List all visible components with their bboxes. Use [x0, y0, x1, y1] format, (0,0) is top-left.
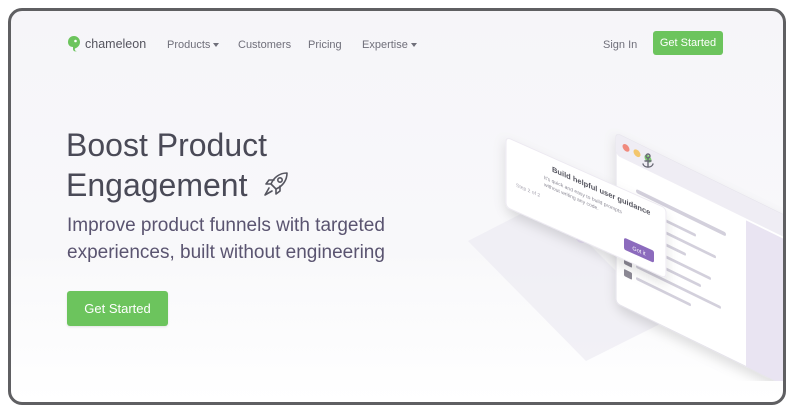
browser-frame: chameleon Products Customers Pricing Exp…: [8, 8, 786, 405]
brand-name: chameleon: [85, 37, 147, 51]
get-started-nav-button[interactable]: Get Started: [653, 31, 723, 55]
nav-customers-label: Customers: [238, 39, 292, 51]
nav-products[interactable]: Products: [167, 39, 220, 51]
get-started-hero-button[interactable]: Get Started: [67, 291, 168, 326]
subheadline-line-1: Improve product funnels with targeted: [67, 215, 385, 236]
hero-headline: Boost Product Engagement: [66, 125, 396, 205]
rocket-icon: [264, 172, 289, 196]
nav-pricing-label: Pricing: [308, 39, 342, 51]
headline-line-2: Engagement: [66, 167, 248, 203]
hero-subheadline: Improve product funnels with targeted ex…: [67, 212, 427, 266]
brand-logo[interactable]: chameleon: [67, 35, 146, 53]
nav-expertise[interactable]: Expertise: [362, 39, 417, 51]
nav-products-label: Products: [167, 39, 211, 51]
subheadline-line-2: experiences, built without engineering: [67, 242, 385, 263]
chevron-down-icon: [213, 43, 220, 48]
nav-expertise-label: Expertise: [362, 39, 408, 51]
nav-customers[interactable]: Customers: [238, 39, 291, 51]
chevron-down-icon: [410, 43, 417, 48]
nav-pricing[interactable]: Pricing: [308, 39, 342, 51]
chameleon-logo-icon: [68, 36, 80, 52]
headline-line-1: Boost Product: [66, 127, 267, 163]
sign-in-link[interactable]: Sign In: [603, 39, 637, 51]
product-illustration: Build helpful user guidance It's quick a…: [468, 133, 783, 381]
